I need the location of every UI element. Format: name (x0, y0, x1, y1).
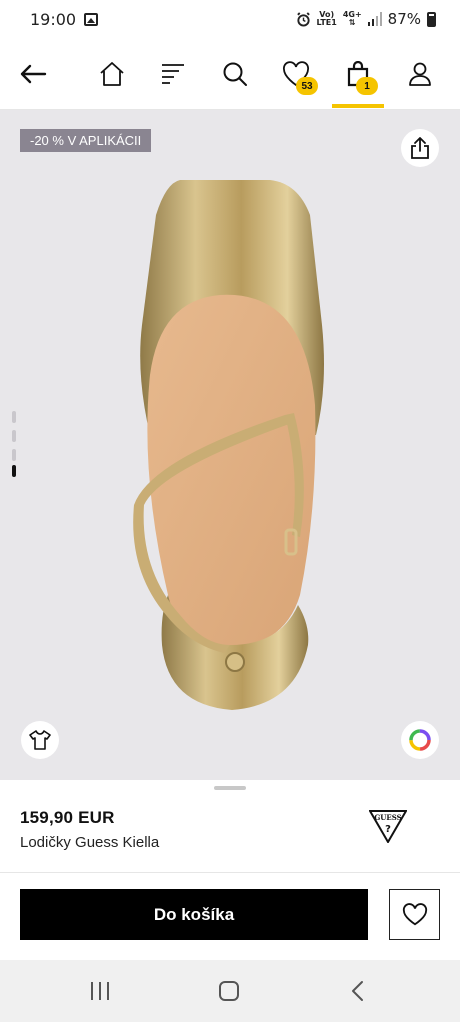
recent-apps-button[interactable] (86, 978, 114, 1004)
user-icon (409, 62, 431, 86)
divider (0, 872, 460, 873)
shoe-logo-charm (225, 652, 245, 672)
signal-icon (367, 12, 382, 26)
home-system-button[interactable] (215, 978, 243, 1004)
wishlist-button[interactable]: 53 (278, 56, 318, 95)
alarm-icon (296, 11, 310, 27)
promo-badge: -20 % V APLIKÁCII (20, 129, 152, 152)
home-icon (100, 62, 124, 86)
gallery-notification-icon (84, 12, 99, 26)
add-to-cart-button[interactable]: Do košíka (20, 889, 368, 940)
search-icon (223, 62, 247, 86)
sheet-drag-handle[interactable] (214, 786, 246, 790)
size-guide-button[interactable] (21, 721, 59, 759)
categories-button[interactable] (155, 56, 191, 92)
color-variants-button[interactable] (401, 721, 439, 759)
wishlist-count-badge: 53 (296, 77, 318, 95)
system-back-button[interactable] (344, 978, 372, 1004)
lte-label: LTE1 (316, 18, 337, 27)
gallery-pager-dot[interactable] (12, 449, 16, 461)
status-time: 19:00 (30, 9, 77, 29)
cart-button[interactable]: 1 (340, 56, 378, 95)
search-button[interactable] (217, 56, 253, 92)
account-button[interactable] (402, 56, 438, 92)
top-navigation: 53 1 (0, 38, 460, 110)
svg-text:?: ? (385, 824, 391, 835)
battery-icon (427, 11, 436, 27)
product-image-gallery[interactable]: -20 % V APLIKÁCII (0, 110, 460, 780)
system-navigation-bar (0, 960, 460, 1022)
product-price: 159,90 EUR (20, 808, 115, 827)
back-button[interactable] (15, 56, 51, 92)
gallery-pager-dot[interactable] (12, 411, 16, 423)
gallery-pager-dot[interactable] (12, 430, 16, 442)
home-button[interactable] (94, 56, 130, 92)
brand-logo-text: GUESS (374, 813, 401, 822)
back-arrow-icon (20, 64, 47, 84)
volte-indicator: Vo) LTE1 (317, 11, 337, 27)
menu-icon (162, 64, 184, 84)
tshirt-icon (29, 730, 51, 750)
color-wheel-icon (409, 729, 431, 751)
share-button[interactable] (401, 129, 439, 167)
data-arrows-icon: ⇅ (348, 18, 356, 27)
status-bar: 19:00 Vo) LTE1 4G+ ⇅ 87% (0, 0, 460, 38)
product-image (133, 180, 324, 710)
heart-icon (402, 902, 427, 925)
recent-apps-icon (91, 982, 109, 1000)
cart-count-badge: 1 (356, 77, 378, 95)
gallery-pager-dot-active[interactable] (12, 465, 16, 477)
product-name: Lodičky Guess Kiella (20, 834, 160, 851)
brand-logo[interactable]: GUESS ? (369, 809, 407, 843)
cart-active-indicator (332, 104, 384, 108)
product-info-sheet: 159,90 EUR Lodičky Guess Kiella GUESS ? … (0, 780, 460, 960)
battery-percent: 87% (387, 10, 421, 28)
status-indicators: Vo) LTE1 4G+ ⇅ 87% (296, 10, 436, 28)
add-to-wishlist-button[interactable] (389, 889, 440, 940)
home-square-icon (219, 981, 239, 1001)
share-icon (411, 137, 429, 159)
chevron-left-icon (352, 981, 363, 1001)
network-indicator: 4G+ ⇅ (343, 11, 362, 27)
